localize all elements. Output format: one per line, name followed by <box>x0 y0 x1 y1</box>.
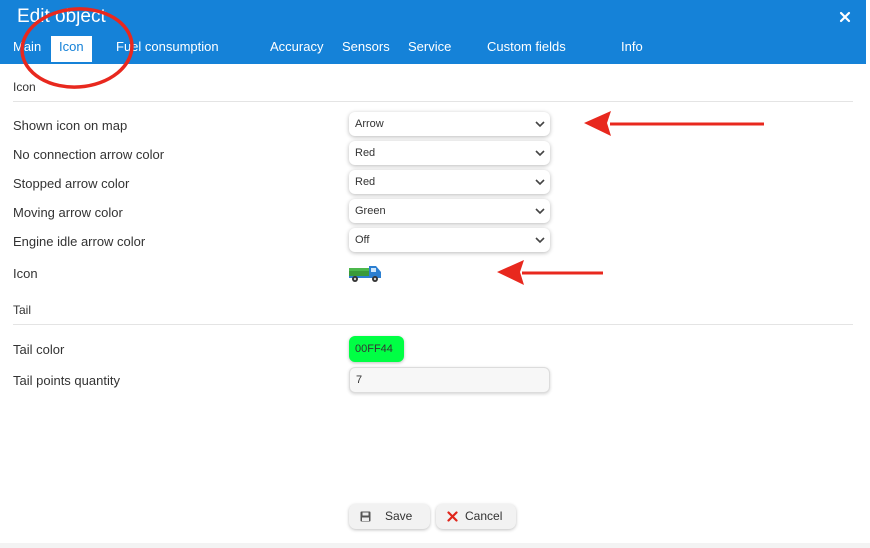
tab-sensors[interactable]: Sensors <box>342 37 390 62</box>
stopped-color-label: Stopped arrow color <box>13 176 130 191</box>
truck-icon[interactable] <box>348 263 382 283</box>
save-button[interactable]: Save <box>349 504 430 529</box>
icon-section-title: Icon <box>13 80 36 94</box>
chevron-down-icon <box>535 179 545 186</box>
chevron-down-icon <box>535 208 545 215</box>
chevron-down-icon <box>535 237 545 244</box>
floppy-disk-icon <box>360 511 371 522</box>
tail-section-title: Tail <box>13 303 32 317</box>
chevron-down-icon <box>535 121 545 128</box>
tab-accuracy[interactable]: Accuracy <box>270 37 323 62</box>
dialog-title: Edit object <box>17 6 106 26</box>
tail-points-label: Tail points quantity <box>13 373 120 388</box>
moving-color-select[interactable]: Green <box>349 199 550 223</box>
annotation-arrowhead <box>497 260 524 285</box>
shown-icon-value: Arrow <box>355 118 384 130</box>
close-icon[interactable] <box>836 8 854 26</box>
stopped-color-value: Red <box>355 176 376 188</box>
annotation-overlay <box>20 7 764 285</box>
tab-main[interactable]: Main <box>13 37 41 62</box>
shown-icon-label: Shown icon on map <box>13 118 128 133</box>
tail-color-picker[interactable]: 00FF44 <box>349 336 404 362</box>
no-connection-color-select[interactable]: Red <box>349 141 550 165</box>
no-connection-color-value: Red <box>355 147 376 159</box>
no-connection-color-label: No connection arrow color <box>13 147 165 162</box>
chevron-down-icon <box>535 150 545 157</box>
engine-idle-color-label: Engine idle arrow color <box>13 234 146 249</box>
tab-info[interactable]: Info <box>621 37 643 62</box>
dialog-header: Edit object Main Icon Fuel consumption A… <box>0 0 866 64</box>
cancel-button[interactable]: Cancel <box>436 504 516 529</box>
engine-idle-color-value: Off <box>355 234 370 246</box>
tab-icon[interactable]: Icon <box>51 36 92 62</box>
tail-section-divider <box>13 324 853 325</box>
engine-idle-color-select[interactable]: Off <box>349 228 550 252</box>
stopped-color-select[interactable]: Red <box>349 170 550 194</box>
moving-color-value: Green <box>355 205 386 217</box>
tail-points-input[interactable] <box>349 367 550 393</box>
tab-custom-fields[interactable]: Custom fields <box>487 37 566 62</box>
background-strip <box>0 543 870 548</box>
close-icon <box>447 511 458 522</box>
shown-icon-select[interactable]: Arrow <box>349 112 550 136</box>
cancel-button-label: Cancel <box>465 509 503 523</box>
annotation-arrowhead <box>584 111 611 136</box>
icon-label: Icon <box>13 266 38 281</box>
tab-fuel-consumption[interactable]: Fuel consumption <box>116 37 219 62</box>
icon-section-divider <box>13 101 853 102</box>
moving-color-label: Moving arrow color <box>13 205 123 220</box>
tail-color-label: Tail color <box>13 342 65 357</box>
save-button-label: Save <box>385 509 413 523</box>
tab-service[interactable]: Service <box>408 37 451 62</box>
